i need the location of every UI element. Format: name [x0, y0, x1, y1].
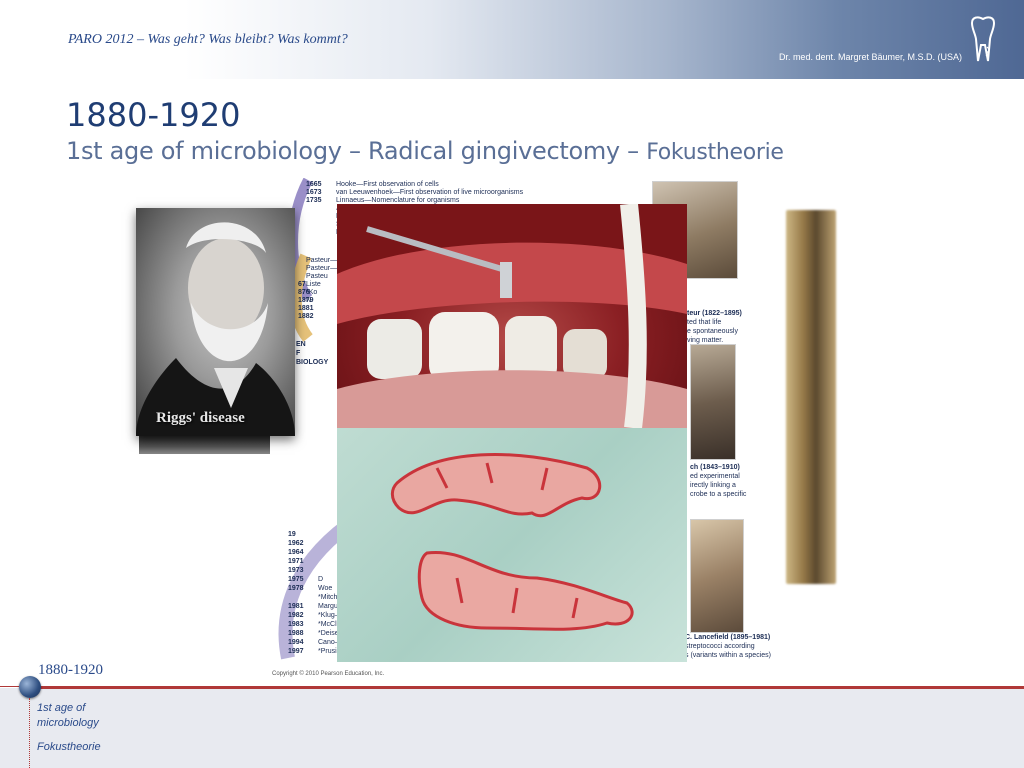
timeline-year: 1982 [288, 612, 304, 619]
caption-line: ted that life [687, 319, 722, 326]
riggs-portrait: Riggs' disease [136, 208, 295, 436]
timeline-year: 1988 [288, 630, 304, 637]
timeline-year: 1975 [288, 576, 304, 583]
excised-gingiva-figure [390, 453, 634, 631]
subtitle-part-2: Radical gingivectomy [368, 137, 620, 165]
timeline-year: 1964 [288, 549, 304, 556]
excised-tissue-photo [337, 428, 687, 662]
caption-line: ed experimental [690, 473, 740, 480]
timeline-entry: Woe [318, 585, 333, 592]
conference-title: PARO 2012 – Was geht? Was bleibt? Was ko… [68, 32, 348, 47]
era-label-line: F [296, 350, 301, 357]
nav-item-microbiology[interactable]: microbiology [37, 716, 99, 731]
current-section-label[interactable]: 1880-1920 [38, 662, 103, 679]
bearded-man-figure [136, 222, 295, 436]
caption-line: ving matter. [687, 337, 724, 344]
timeline-year: 1997 [288, 648, 304, 655]
footer-divider [28, 686, 1024, 689]
caption-line: e spontaneously [687, 328, 738, 335]
nav-item-1st-age[interactable]: 1st age of [37, 701, 85, 716]
subtitle-part-3: Fokustheorie [646, 140, 784, 165]
subtitle-part-1: 1st age of microbiology [66, 137, 342, 165]
subtitle-separator: – [619, 137, 647, 165]
copyright-note: Copyright © 2010 Pearson Education, Inc. [272, 671, 385, 677]
footer-band [0, 688, 1024, 768]
timeline-year: 1735 [306, 197, 322, 204]
caption-line: teur (1822–1895) [687, 310, 742, 317]
era-label-line: BIOLOGY [296, 359, 329, 366]
slide-title: 1880-1920 [66, 96, 241, 134]
timeline-year: 1962 [288, 540, 304, 547]
footer-timeline-line [29, 698, 30, 768]
timeline-year: 1981 [288, 603, 304, 610]
lancefield-caption: C. Lancefield (1895–1981) streptococci ac… [685, 633, 771, 660]
nav-item-fokustheorie[interactable]: Fokustheorie [37, 740, 101, 755]
tooth-icon [970, 16, 996, 62]
caption-line: streptococci according [685, 643, 755, 650]
subtitle-separator: – [341, 137, 369, 165]
author-name: Dr. med. dent. Margret Bäumer, M.S.D. (U… [778, 52, 962, 62]
lancefield-photo [690, 519, 744, 633]
timeline-year: 1994 [288, 639, 304, 646]
caption-line: crobe to a specific [690, 491, 747, 498]
riggs-caption: Riggs' disease [156, 410, 245, 426]
pasteur-caption: teur (1822–1895) ted that life e spontaneo… [687, 309, 742, 345]
slide-subtitle: 1st age of microbiology – Radical gingiv… [66, 137, 784, 165]
caption-line: irectly linking a [690, 482, 736, 489]
timeline-year: 1882 [298, 313, 314, 320]
gingivectomy-clinical-photo [337, 204, 687, 428]
blurred-portrait [786, 210, 836, 584]
caption-line: C. Lancefield (1895–1981) [685, 634, 771, 641]
timeline-year: 19 [288, 531, 296, 538]
timeline-year: 1978 [288, 585, 304, 592]
timeline-entry: D [318, 576, 324, 583]
caption-line: s (variants within a species) [685, 652, 771, 659]
koch-photo [690, 344, 736, 460]
mouth-teeth-figure [337, 204, 687, 428]
timeline-year: 1971 [288, 558, 304, 565]
timeline-marker-icon[interactable] [19, 676, 41, 698]
timeline-year: 1983 [288, 621, 304, 628]
koch-caption: ch (1843–1910) ed experimental irectly lin… [690, 463, 746, 499]
portrait-shadow [139, 436, 270, 454]
timeline-year: 1973 [288, 567, 304, 574]
era-label-line: EN [296, 341, 306, 348]
timeline-entry: *Mitch [318, 594, 338, 601]
caption-line: ch (1843–1910) [690, 464, 740, 471]
